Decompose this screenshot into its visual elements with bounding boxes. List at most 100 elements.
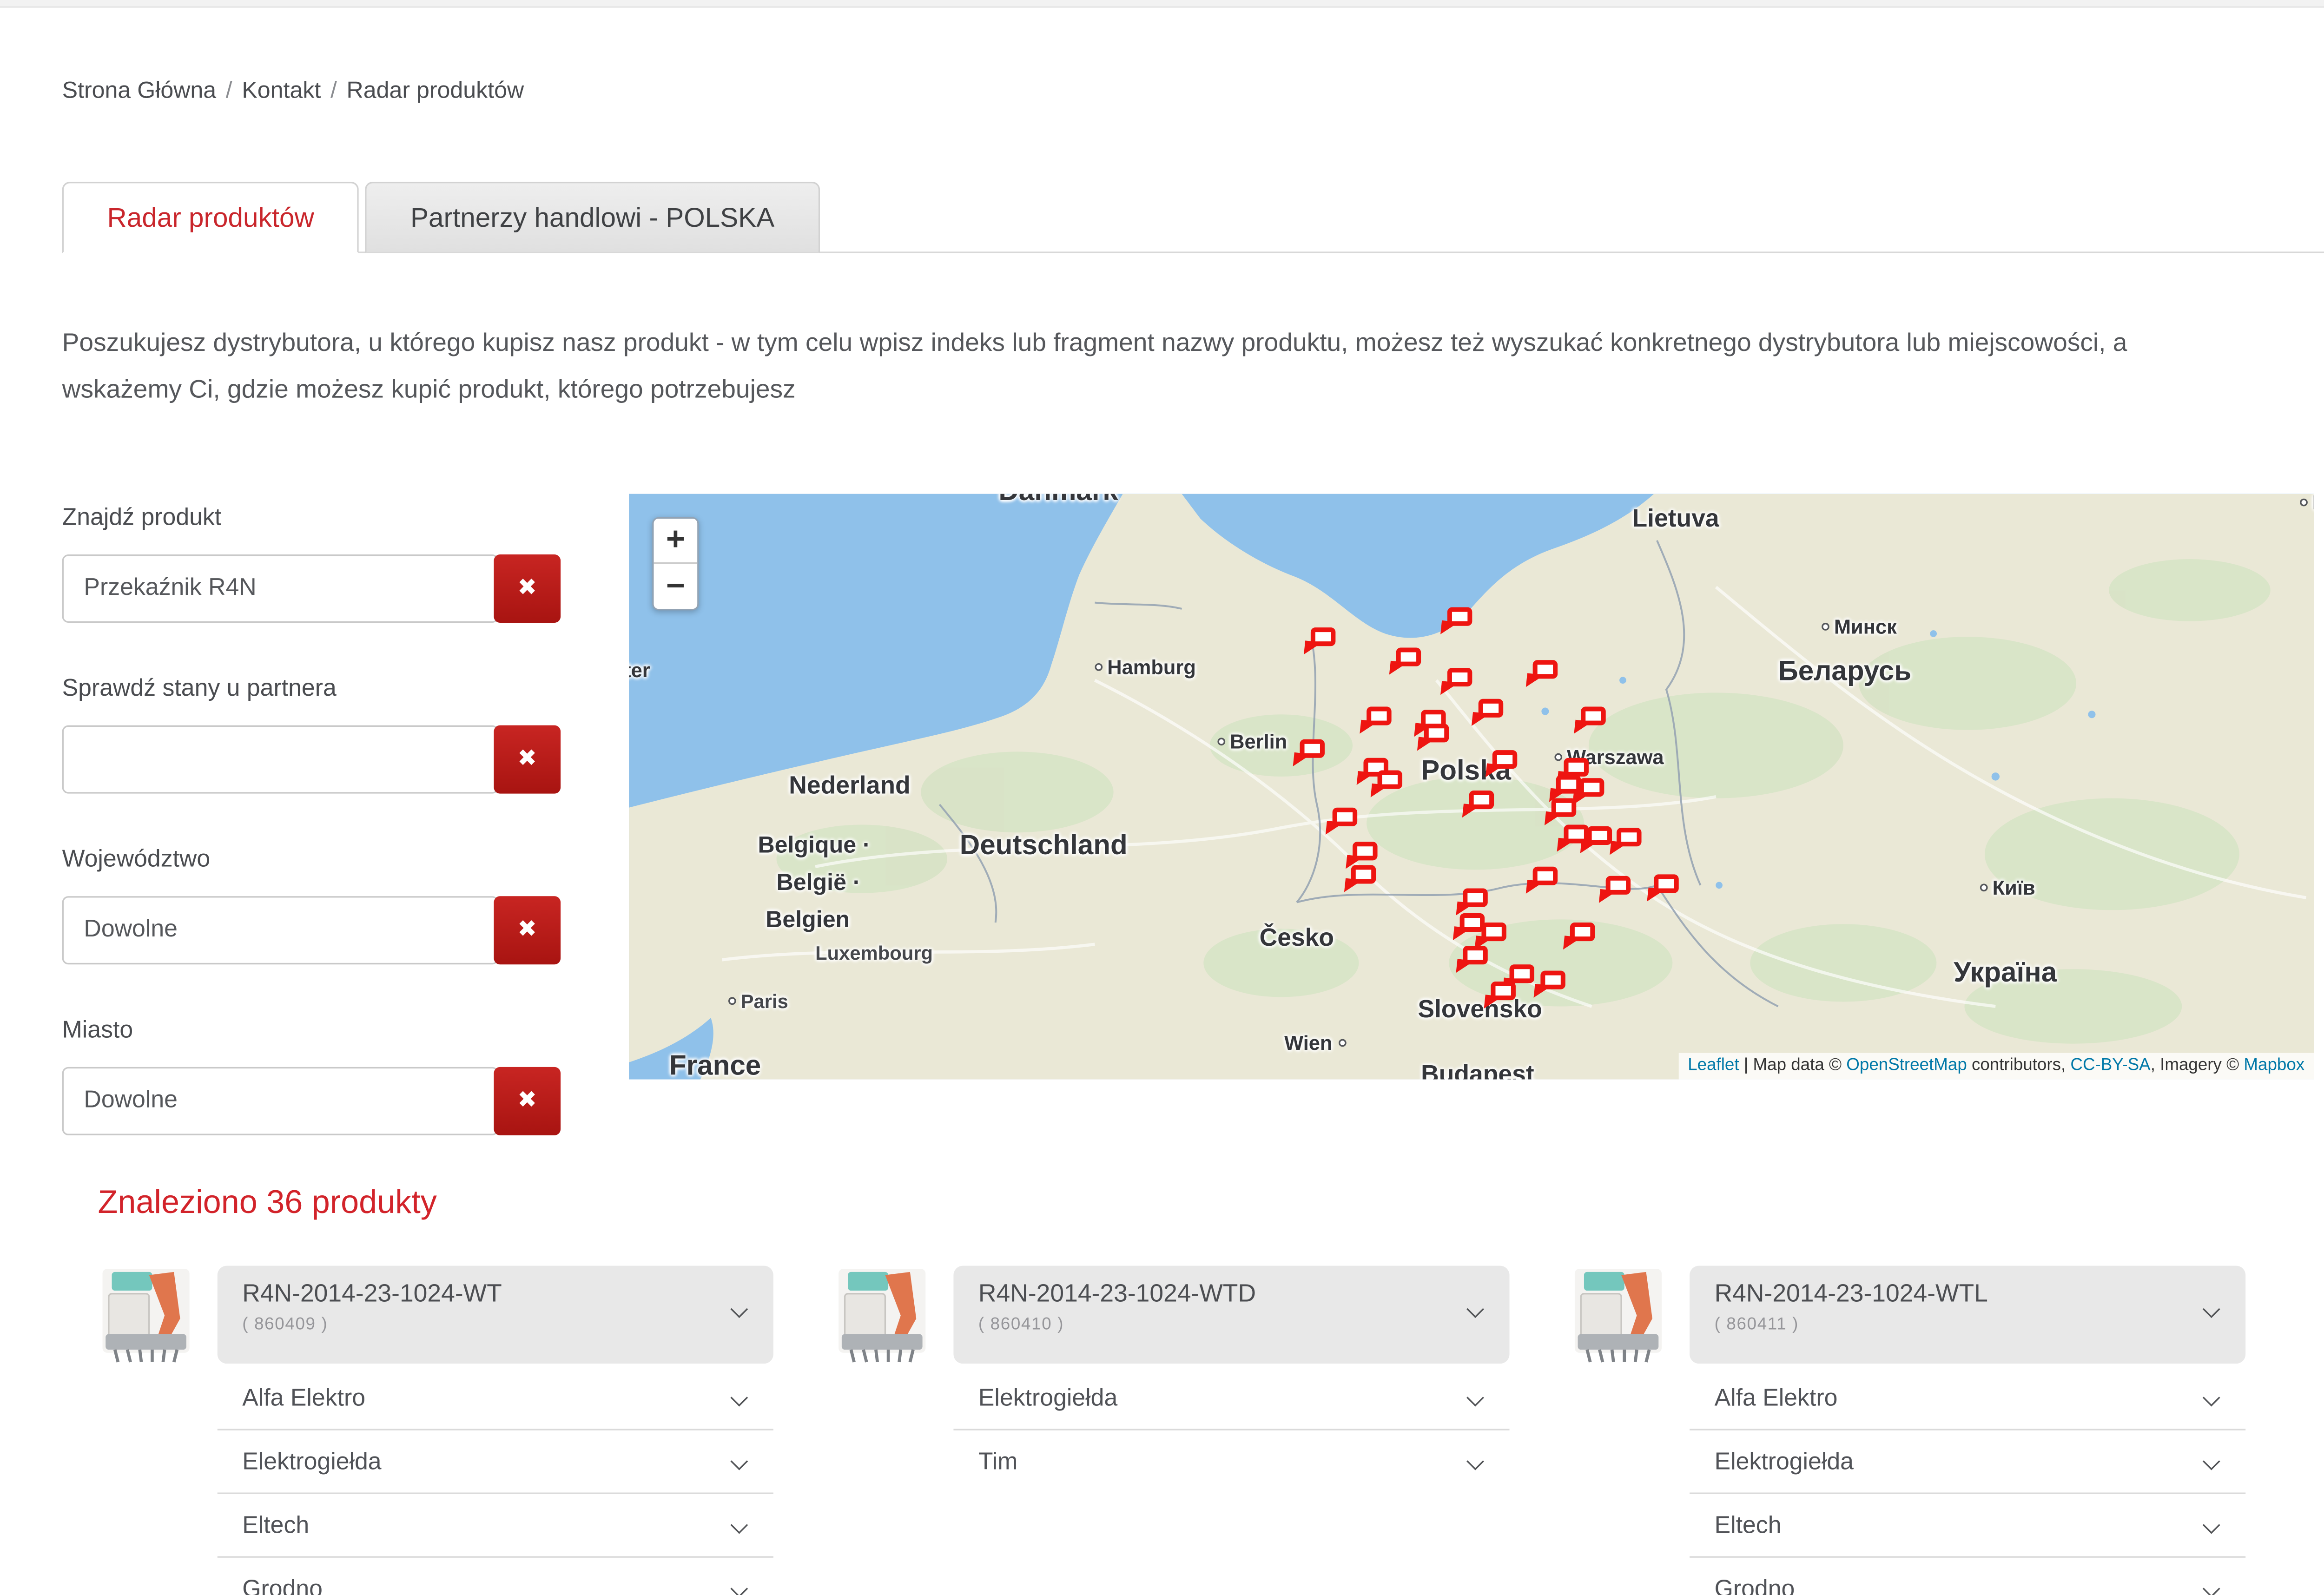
product-code: ( 860411 ) — [1715, 1316, 2184, 1334]
filter-input-wojew-dztwo[interactable] — [62, 896, 499, 964]
distributor-row-eltech[interactable]: Eltech — [1690, 1494, 2245, 1558]
map-label-hamburg: Hamburg — [1095, 655, 1195, 679]
product-image — [93, 1266, 210, 1365]
map-marker-icon[interactable] — [1581, 826, 1612, 854]
clear-button-sprawd-stany-u-partnera[interactable]: ✖ — [494, 725, 561, 794]
chevron-down-icon — [2203, 1300, 2220, 1318]
filter-panel: Znajdź produkt✖ Sprawdź stany u partnera ✖… — [62, 505, 575, 1188]
distributor-row-elektrogie-da[interactable]: Elektrogiełda — [953, 1367, 1509, 1430]
map-label-m: M — [2300, 494, 2314, 514]
map-marker-icon[interactable] — [1463, 791, 1494, 818]
product-select-r4n-2014-23-1024-wtd[interactable]: R4N-2014-23-1024-WTD( 860410 ) — [953, 1266, 1509, 1364]
map-marker-icon[interactable] — [1326, 808, 1357, 836]
map-label-berlin: Berlin — [1217, 730, 1287, 753]
tab-radar-produkt-w[interactable]: Radar produktów — [62, 182, 359, 253]
distributor-row-tim[interactable]: Tim — [953, 1430, 1509, 1494]
map-marker-icon[interactable] — [1441, 607, 1472, 635]
map-label-belgi: België · — [777, 870, 861, 896]
tab-partnerzy-handlowi-polska[interactable]: Partnerzy handlowi - POLSKA — [365, 182, 819, 253]
intro-text: Poszukujesz dystrybutora, u którego kupi… — [62, 320, 2174, 413]
map-marker-icon[interactable] — [1371, 771, 1402, 798]
map-marker-icon[interactable] — [1345, 865, 1376, 893]
clear-x-icon: ✖ — [517, 1087, 537, 1114]
product-image — [829, 1266, 946, 1365]
product-card-r4n-2014-23-1024-wtl: R4N-2014-23-1024-WTL( 860411 )Alfa Elekt… — [1565, 1266, 2252, 1595]
attribution-link-leaflet[interactable]: Leaflet — [1688, 1056, 1739, 1074]
map-marker-icon[interactable] — [1457, 946, 1488, 974]
distributor-row-grodno[interactable]: Grodno — [218, 1558, 773, 1595]
map-marker-icon[interactable] — [1360, 707, 1392, 735]
product-select-r4n-2014-23-1024-wt[interactable]: R4N-2014-23-1024-WT( 860409 ) — [218, 1266, 773, 1364]
tab-bar: Radar produktówPartnerzy handlowi - POLS… — [62, 180, 2324, 253]
breadcrumb-item-strona-g-wna[interactable]: Strona Główna — [62, 78, 217, 104]
breadcrumb-item-kontakt[interactable]: Kontakt — [242, 78, 321, 104]
map-marker-icon[interactable] — [1526, 867, 1558, 895]
clear-button-znajd-produkt[interactable]: ✖ — [494, 554, 561, 623]
product-select-r4n-2014-23-1024-wtl[interactable]: R4N-2014-23-1024-WTL( 860411 ) — [1690, 1266, 2245, 1364]
map-attribution: Leaflet | Map data © OpenStreetMap contr… — [1678, 1053, 2314, 1080]
clear-button-miasto[interactable]: ✖ — [494, 1067, 561, 1135]
filter-input-miasto[interactable] — [62, 1067, 499, 1135]
map-label-belgique: Belgique · — [758, 832, 870, 859]
map-marker-icon[interactable] — [1648, 874, 1679, 902]
zoom-out-button[interactable]: − — [654, 564, 698, 609]
map-marker-icon[interactable] — [1486, 750, 1517, 778]
map-marker-icon[interactable] — [1526, 660, 1558, 688]
map-marker-icon[interactable] — [1390, 648, 1421, 676]
filter-group-wojew-dztwo: Województwo✖ — [62, 846, 575, 964]
attribution-link-mapbox[interactable]: Mapbox — [2244, 1056, 2304, 1074]
map-marker-icon[interactable] — [1418, 724, 1449, 751]
map-label-danmark: Danmark — [998, 494, 1118, 508]
chevron-down-icon — [1466, 1300, 1484, 1318]
map-marker-icon[interactable] — [1564, 923, 1595, 950]
chevron-down-icon — [2203, 1516, 2220, 1534]
city-dot-icon — [1095, 663, 1103, 671]
map-marker-icon[interactable] — [1611, 828, 1642, 856]
distributor-row-alfa-elektro[interactable]: Alfa Elektro — [1690, 1367, 2245, 1430]
map-label-: Беларусь — [1778, 655, 1912, 688]
map-marker-icon[interactable] — [1485, 982, 1516, 1009]
top-strip — [0, 0, 2324, 8]
chevron-down-icon — [730, 1453, 748, 1470]
city-dot-icon — [2300, 499, 2308, 507]
map-marker-icon[interactable] — [1575, 707, 1606, 735]
distributor-row-grodno[interactable]: Grodno — [1690, 1558, 2245, 1595]
filter-group-znajd-produkt: Znajdź produkt✖ — [62, 505, 575, 623]
distributor-row-elektrogie-da[interactable]: Elektrogiełda — [1690, 1430, 2245, 1494]
map-marker-icon[interactable] — [1472, 699, 1503, 727]
map-marker-icon[interactable] — [1545, 798, 1576, 826]
chevron-down-icon — [730, 1300, 748, 1318]
attribution-link-cc-by-sa[interactable]: CC-BY-SA — [2070, 1056, 2150, 1074]
distributor-row-elektrogie-da[interactable]: Elektrogiełda — [218, 1430, 773, 1494]
map-marker-icon[interactable] — [1305, 627, 1336, 655]
map-label-belgien: Belgien — [766, 907, 850, 934]
city-dot-icon — [1980, 884, 1988, 892]
map-label-nederland: Nederland — [789, 773, 910, 801]
distributor-row-eltech[interactable]: Eltech — [218, 1494, 773, 1558]
map-marker-icon[interactable] — [1441, 668, 1472, 696]
map-marker-icon[interactable] — [1457, 889, 1488, 916]
attribution-link-openstreetmap[interactable]: OpenStreetMap — [1846, 1056, 1967, 1074]
map-marker-icon[interactable] — [1534, 971, 1565, 999]
map-marker-icon[interactable] — [1599, 876, 1631, 904]
filter-label-sprawd-stany-u-partnera: Sprawdź stany u partnera — [62, 676, 575, 704]
clear-button-wojew-dztwo[interactable]: ✖ — [494, 896, 561, 964]
product-name: R4N-2014-23-1024-WTD — [978, 1281, 1447, 1309]
zoom-in-button[interactable]: + — [654, 519, 698, 564]
results-count: Znaleziono 36 produkty — [98, 1185, 436, 1222]
product-code: ( 860409 ) — [242, 1316, 711, 1334]
breadcrumb-separator: / — [216, 78, 242, 104]
filter-input-znajd-produkt[interactable] — [62, 554, 499, 623]
map-zoom-control: + − — [652, 517, 699, 611]
map-canvas[interactable]: DanmarkLietuvaМинскБеларусьHamburgBerlin… — [629, 494, 2314, 1080]
breadcrumb: Strona Główna / Kontakt / Radar produktó… — [62, 78, 524, 104]
clear-x-icon: ✖ — [517, 916, 537, 943]
product-card-r4n-2014-23-1024-wtd: R4N-2014-23-1024-WTD( 860410 )Elektrogie… — [829, 1266, 1516, 1494]
chevron-down-icon — [730, 1389, 748, 1407]
filter-input-sprawd-stany-u-partnera[interactable] — [62, 725, 499, 794]
map-marker-icon[interactable] — [1294, 739, 1325, 767]
distributor-row-alfa-elektro[interactable]: Alfa Elektro — [218, 1367, 773, 1430]
map-label-paris: Paris — [728, 991, 788, 1013]
filter-group-sprawd-stany-u-partnera: Sprawdź stany u partnera ✖ — [62, 676, 575, 794]
filter-label-miasto: Miasto — [62, 1017, 575, 1045]
